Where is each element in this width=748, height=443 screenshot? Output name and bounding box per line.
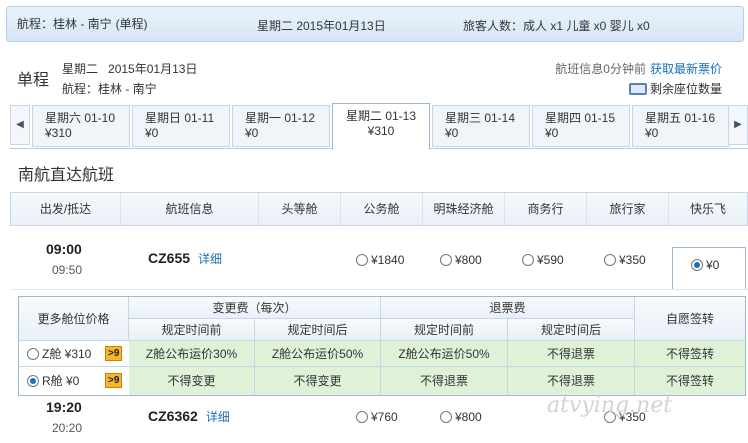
search-summary-bar: 航程：桂林 - 南宁 (单程) 星期二 2015年01月13日 旅客人数：成人 …	[6, 6, 744, 42]
section-title: 南航直达航班	[18, 167, 115, 184]
r-refund-after: 不得退票	[508, 367, 635, 395]
r-change-before: 不得变更	[129, 367, 255, 395]
trip-route: 航程：桂林 - 南宁	[62, 82, 157, 96]
radio-icon	[604, 254, 616, 266]
departure-time: 09:00	[46, 241, 82, 257]
radio-icon	[440, 411, 452, 423]
flight-table-header: 出发/抵达 航班信息 头等舱 公务舱 明珠经济舱 商务行 旅行家 快乐飞	[10, 192, 748, 226]
update-info: 航班信息0分钟前 获取最新票价	[555, 62, 722, 76]
col-dep-arr: 出发/抵达	[11, 193, 121, 225]
radio-icon	[440, 254, 452, 266]
col-business: 公务舱	[341, 193, 423, 225]
fare-business-option[interactable]: ¥760	[356, 410, 398, 424]
more-fares-panel: 更多舱位价格 变更费（每次） 退票费 自愿签转 规定时间前 规定时间后 规定时间…	[18, 296, 746, 396]
endorse-header: 自愿签转	[635, 297, 745, 341]
seat-icon	[628, 83, 647, 95]
date-tab-0114[interactable]: 星期三 01-14 ¥0	[432, 105, 530, 147]
fare-traveler-option[interactable]: ¥350	[604, 253, 646, 267]
r-endorse: 不得签转	[635, 367, 745, 395]
more-fares-title: 更多舱位价格	[19, 297, 129, 341]
flight-detail-link[interactable]: 详细	[206, 410, 230, 424]
date-tab-0113-selected[interactable]: 星期二 01-13 ¥310	[332, 103, 430, 150]
travel-date: 星期二 2015年01月13日	[257, 19, 386, 33]
date-tab-0115[interactable]: 星期四 01-15 ¥0	[532, 105, 630, 147]
z-change-before: Z舱公布运价30%	[129, 341, 255, 367]
z-change-after: Z舱公布运价50%	[255, 341, 381, 367]
date-tab-0111[interactable]: 星期日 01-11 ¥0	[132, 105, 230, 147]
col-first: 头等舱	[259, 193, 341, 225]
flight-number: CZ6362 详细	[148, 408, 230, 424]
remaining-seats-toggle[interactable]: 剩余座位数量	[628, 80, 722, 97]
radio-icon	[522, 254, 534, 266]
change-before-header: 规定时间前	[129, 319, 255, 341]
col-traveler: 旅行家	[587, 193, 669, 225]
flight-detail-link[interactable]: 详细	[198, 252, 222, 266]
date-tab-0116[interactable]: 星期五 01-16 ¥0	[632, 105, 730, 147]
col-pearl-economy: 明珠经济舱	[423, 193, 505, 225]
refund-fee-header: 退票费	[381, 297, 635, 319]
z-refund-after: 不得退票	[508, 341, 635, 367]
change-fee-header: 变更费（每次）	[129, 297, 381, 319]
refresh-fares-link[interactable]: 获取最新票价	[650, 62, 722, 76]
r-change-after: 不得变更	[255, 367, 381, 395]
radio-icon	[356, 254, 368, 266]
radio-icon	[27, 348, 39, 360]
cabin-option-r[interactable]: R舱 ¥0 >9	[19, 367, 129, 395]
z-refund-before: Z舱公布运价50%	[381, 341, 508, 367]
fare-economy-option[interactable]: ¥800	[440, 253, 482, 267]
departure-time: 19:20	[46, 399, 82, 415]
refund-before-header: 规定时间前	[381, 319, 508, 341]
col-happy-fly: 快乐飞	[689, 202, 726, 216]
refund-after-header: 规定时间后	[508, 319, 635, 341]
arrival-time: 20:20	[52, 421, 83, 435]
fare-business-option[interactable]: ¥1840	[356, 253, 404, 267]
radio-icon	[356, 411, 368, 423]
radio-selected-icon	[27, 375, 39, 387]
fare-business-travel-option[interactable]: ¥590	[522, 253, 564, 267]
flight-row-cz655: 09:00 09:50 CZ655 详细 ¥1840 ¥800 ¥590 ¥350	[10, 230, 748, 290]
r-refund-before: 不得退票	[381, 367, 508, 395]
cabin-option-z[interactable]: Z舱 ¥310 >9	[19, 341, 129, 367]
passenger-count: 旅客人数：成人 x1 儿童 x0 婴儿 x0	[463, 19, 650, 33]
arrival-time: 09:50	[52, 263, 83, 277]
date-tab-0110[interactable]: 星期六 01-10 ¥310	[32, 105, 130, 147]
date-tab-0112[interactable]: 星期一 01-12 ¥0	[232, 105, 330, 147]
z-endorse: 不得签转	[635, 341, 745, 367]
fare-happy-fly-selected[interactable]: ¥0	[672, 247, 746, 289]
trip-type-label: 单程	[17, 72, 50, 89]
seat-count-badge: >9	[105, 373, 123, 388]
date-tabs: ◀ 星期六 01-10 ¥310 星期日 01-11 ¥0 星期一 01-12 ¥0 …	[10, 103, 748, 150]
seat-count-badge: >9	[105, 346, 123, 361]
col-business-travel: 商务行	[505, 193, 587, 225]
radio-selected-icon	[691, 259, 703, 271]
flight-number: CZ655 详细	[148, 250, 223, 266]
watermark: atvying.net	[547, 393, 673, 418]
change-after-header: 规定时间后	[255, 319, 381, 341]
route-label: 航程：桂林 - 南宁 (单程)	[17, 17, 148, 31]
trip-summary: 单程 星期二 2015年01月13日 航程：桂林 - 南宁 航班信息0分钟前 获取…	[0, 52, 748, 100]
col-flight-info: 航班信息	[121, 193, 259, 225]
fare-economy-option[interactable]: ¥800	[440, 410, 482, 424]
trip-date: 星期二 2015年01月13日	[62, 62, 198, 76]
prev-dates-button[interactable]: ◀	[10, 105, 30, 145]
next-dates-button[interactable]: ▶	[728, 105, 748, 145]
